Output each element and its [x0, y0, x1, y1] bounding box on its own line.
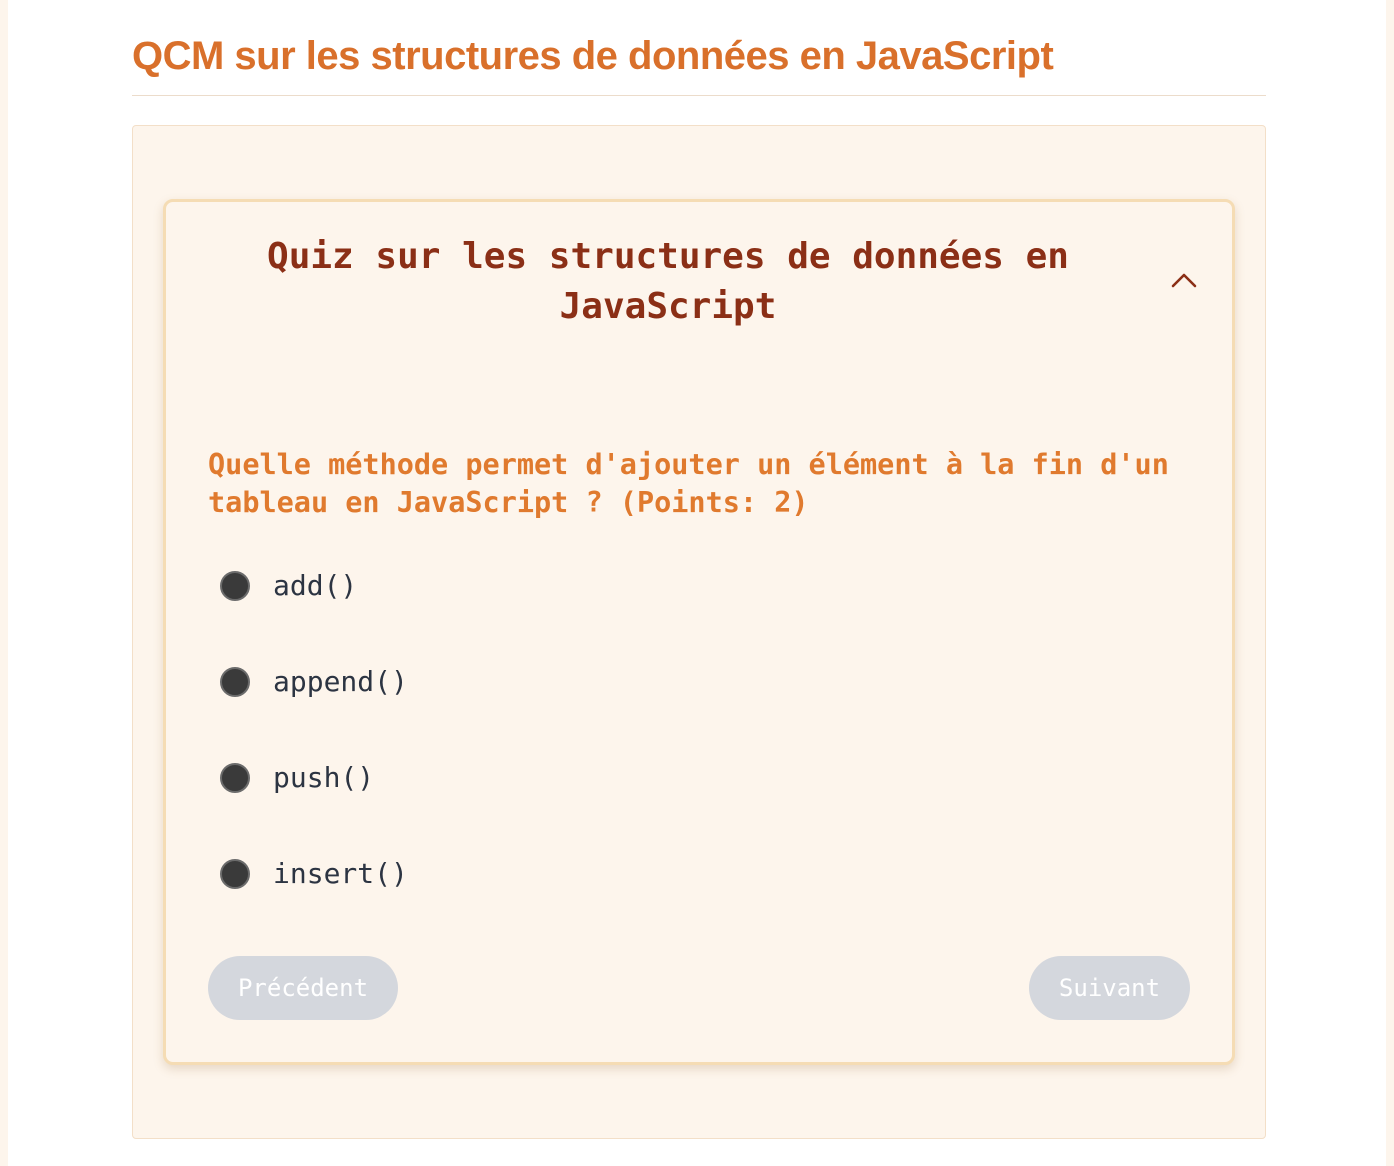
previous-button[interactable]: Précédent [208, 956, 398, 1020]
answer-option-label[interactable]: insert() [273, 854, 408, 894]
collapse-toggle-button[interactable] [1164, 262, 1204, 298]
answer-option-label[interactable]: append() [273, 662, 408, 702]
page-title: QCM sur les structures de données en Jav… [132, 34, 1054, 78]
radio-button[interactable] [220, 859, 250, 889]
chevron-up-icon [1171, 273, 1197, 288]
question-text: Quelle méthode permet d'ajouter un éléme… [208, 448, 1169, 519]
radio-button[interactable] [220, 763, 250, 793]
answer-option[interactable]: push() [220, 758, 374, 798]
title-divider [132, 95, 1266, 96]
answer-option[interactable]: append() [220, 662, 408, 702]
radio-button[interactable] [220, 571, 250, 601]
quiz-title: Quiz sur les structures de données en Ja… [267, 236, 1069, 327]
answer-option[interactable]: add() [220, 566, 357, 606]
answer-option[interactable]: insert() [220, 854, 408, 894]
radio-button[interactable] [220, 667, 250, 697]
answer-option-label[interactable]: add() [273, 566, 357, 606]
answer-option-label[interactable]: push() [273, 758, 374, 798]
next-button[interactable]: Suivant [1029, 956, 1190, 1020]
